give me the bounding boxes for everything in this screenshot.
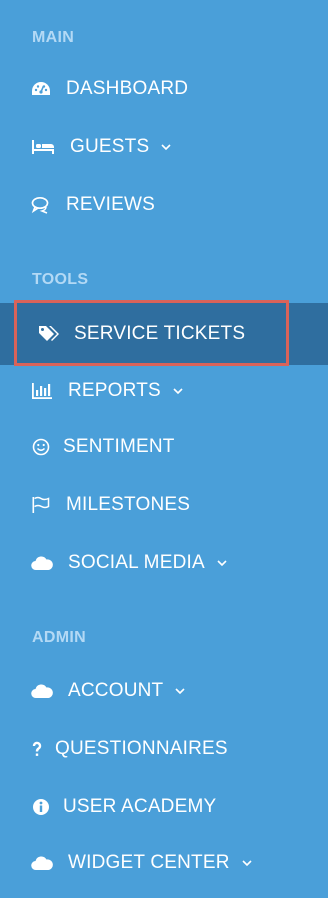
cloud-icon — [30, 552, 54, 574]
flag-icon — [30, 494, 52, 516]
sidebar-item-widget-center[interactable]: WIDGET CENTER — [0, 834, 328, 892]
dashboard-icon — [30, 78, 52, 100]
sidebar-item-user-academy[interactable]: USER ACADEMY — [0, 778, 328, 836]
sidebar-item-reviews[interactable]: REVIEWS — [0, 176, 328, 234]
bed-icon — [30, 136, 56, 158]
chevron-down-icon — [173, 386, 185, 396]
sidebar-item-label: QUESTIONNAIRES — [55, 738, 228, 759]
sidebar-item-guests[interactable]: GUESTS — [0, 118, 328, 176]
section-header-admin: ADMIN — [32, 629, 86, 646]
sidebar-item-label: ACCOUNT — [68, 680, 164, 701]
sidebar-item-service-tickets[interactable]: SERVICE TICKETS — [0, 303, 328, 365]
sidebar-item-label: DASHBOARD — [66, 78, 189, 99]
section-header-main: MAIN — [32, 29, 75, 46]
sidebar-item-dashboard[interactable]: DASHBOARD — [0, 60, 328, 118]
smile-icon — [30, 436, 52, 458]
info-circle-icon — [30, 796, 52, 818]
sidebar-item-questionnaires[interactable]: QUESTIONNAIRES — [0, 720, 328, 778]
chevron-down-icon — [161, 142, 173, 152]
question-icon — [30, 738, 44, 760]
sidebar-item-label: REPORTS — [68, 380, 161, 401]
sidebar-item-label: REVIEWS — [66, 194, 156, 215]
sidebar-item-label: MILESTONES — [66, 494, 191, 515]
sidebar-item-label: SOCIAL MEDIA — [68, 552, 205, 573]
sidebar-item-label: USER ACADEMY — [63, 796, 217, 817]
chevron-down-icon — [217, 558, 229, 568]
chevron-down-icon — [175, 686, 187, 696]
sidebar-item-label: SENTIMENT — [63, 436, 175, 457]
sidebar-item-sentiment[interactable]: SENTIMENT — [0, 418, 328, 476]
sidebar-nav: MAIN DASHBOARD GUESTS REVIEWS TOOLS SERV… — [0, 0, 328, 898]
sidebar-item-label: WIDGET CENTER — [68, 852, 230, 873]
section-header-tools: TOOLS — [32, 271, 89, 288]
tags-icon — [38, 323, 60, 345]
sidebar-item-account[interactable]: ACCOUNT — [0, 662, 328, 720]
sidebar-item-milestones[interactable]: MILESTONES — [0, 476, 328, 534]
sidebar-item-social-media[interactable]: SOCIAL MEDIA — [0, 534, 328, 592]
chevron-down-icon — [242, 858, 254, 868]
comments-icon — [30, 194, 52, 216]
sidebar-item-label: SERVICE TICKETS — [74, 323, 246, 344]
cloud-icon — [30, 680, 54, 702]
bar-chart-icon — [30, 380, 54, 402]
sidebar-item-reports[interactable]: REPORTS — [0, 362, 328, 420]
cloud-icon — [30, 852, 54, 874]
sidebar-item-label: GUESTS — [70, 136, 150, 157]
